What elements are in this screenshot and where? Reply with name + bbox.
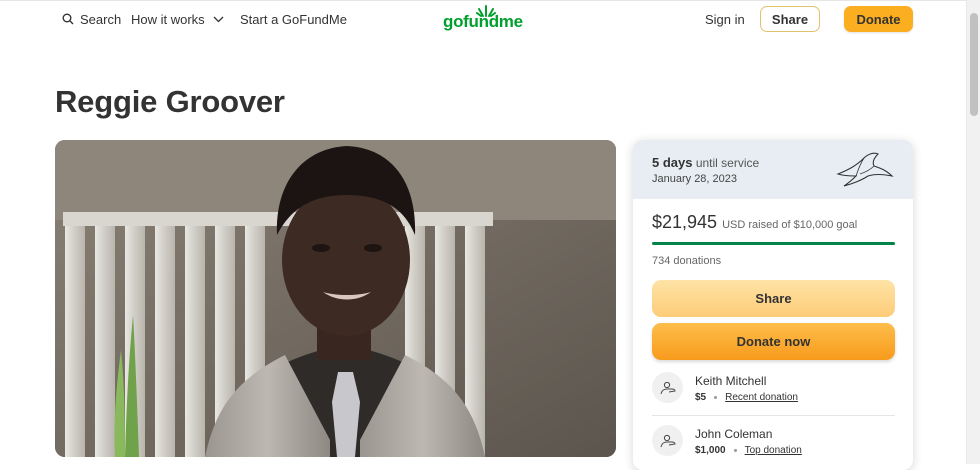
progress-fill	[652, 242, 895, 245]
start-gofundme-link[interactable]: Start a GoFundMe	[240, 1, 347, 37]
days-suffix: until service	[695, 156, 760, 170]
service-date: January 28, 2023	[652, 173, 738, 185]
donor-avatar	[652, 425, 683, 456]
donor-meta: $1,000 Top donation	[695, 445, 802, 456]
donor-name: John Coleman	[695, 427, 773, 441]
scrollbar-thumb[interactable]	[970, 13, 978, 116]
donor-meta: $5 Recent donation	[695, 392, 798, 403]
donor-hand-icon	[660, 381, 676, 394]
campaign-photo-image	[55, 140, 616, 457]
amount-raised: $21,945 USD raised of $10,000 goal	[652, 212, 857, 233]
gofundme-logo[interactable]: gofundme	[443, 4, 527, 34]
days-until-service: 5 days until service	[652, 155, 759, 170]
separator-dot	[733, 449, 737, 452]
days-value: 5 days	[652, 155, 693, 170]
divider	[652, 415, 895, 416]
logo-wordmark: gofundme	[443, 12, 523, 31]
share-button[interactable]: Share	[652, 280, 895, 317]
top-nav: Search How it works Start a GoFundMe gof…	[0, 0, 966, 36]
donor-hand-icon	[660, 434, 676, 447]
campaign-photo[interactable]	[55, 140, 616, 457]
donor-item: Keith Mitchell $5 Recent donation	[652, 370, 895, 418]
donor-amount: $1,000	[695, 445, 726, 456]
goal-text: USD raised of $10,000 goal	[722, 219, 858, 231]
header-donate-button[interactable]: Donate	[844, 6, 913, 32]
sign-in-link[interactable]: Sign in	[705, 1, 745, 37]
how-it-works-label: How it works	[131, 11, 205, 27]
start-gofundme-label: Start a GoFundMe	[240, 11, 347, 27]
dove-icon	[836, 152, 894, 187]
top-donation-link[interactable]: Top donation	[745, 445, 802, 456]
page-scrollbar[interactable]	[966, 0, 980, 464]
donor-item: John Coleman $1,000 Top donation	[652, 423, 895, 470]
search-link[interactable]: Search	[62, 1, 121, 37]
donation-card: 5 days until service January 28, 2023 $2…	[633, 140, 913, 470]
how-it-works-menu[interactable]: How it works	[131, 1, 224, 37]
search-icon	[62, 13, 74, 25]
recent-donation-link[interactable]: Recent donation	[725, 392, 798, 403]
donations-count: 734 donations	[652, 255, 722, 267]
donor-amount: $5	[695, 392, 707, 403]
progress-bar	[652, 242, 895, 245]
raised-amount: $21,945	[652, 212, 718, 232]
separator-dot	[714, 396, 718, 399]
donor-avatar	[652, 372, 683, 403]
campaign-title: Reggie Groover	[55, 84, 285, 119]
donate-now-button[interactable]: Donate now	[652, 323, 895, 360]
sign-in-label: Sign in	[705, 11, 745, 27]
donor-name: Keith Mitchell	[695, 374, 767, 388]
chevron-down-icon	[213, 16, 224, 22]
header-share-button[interactable]: Share	[760, 6, 820, 32]
service-banner: 5 days until service January 28, 2023	[633, 140, 913, 199]
search-label: Search	[80, 11, 122, 27]
